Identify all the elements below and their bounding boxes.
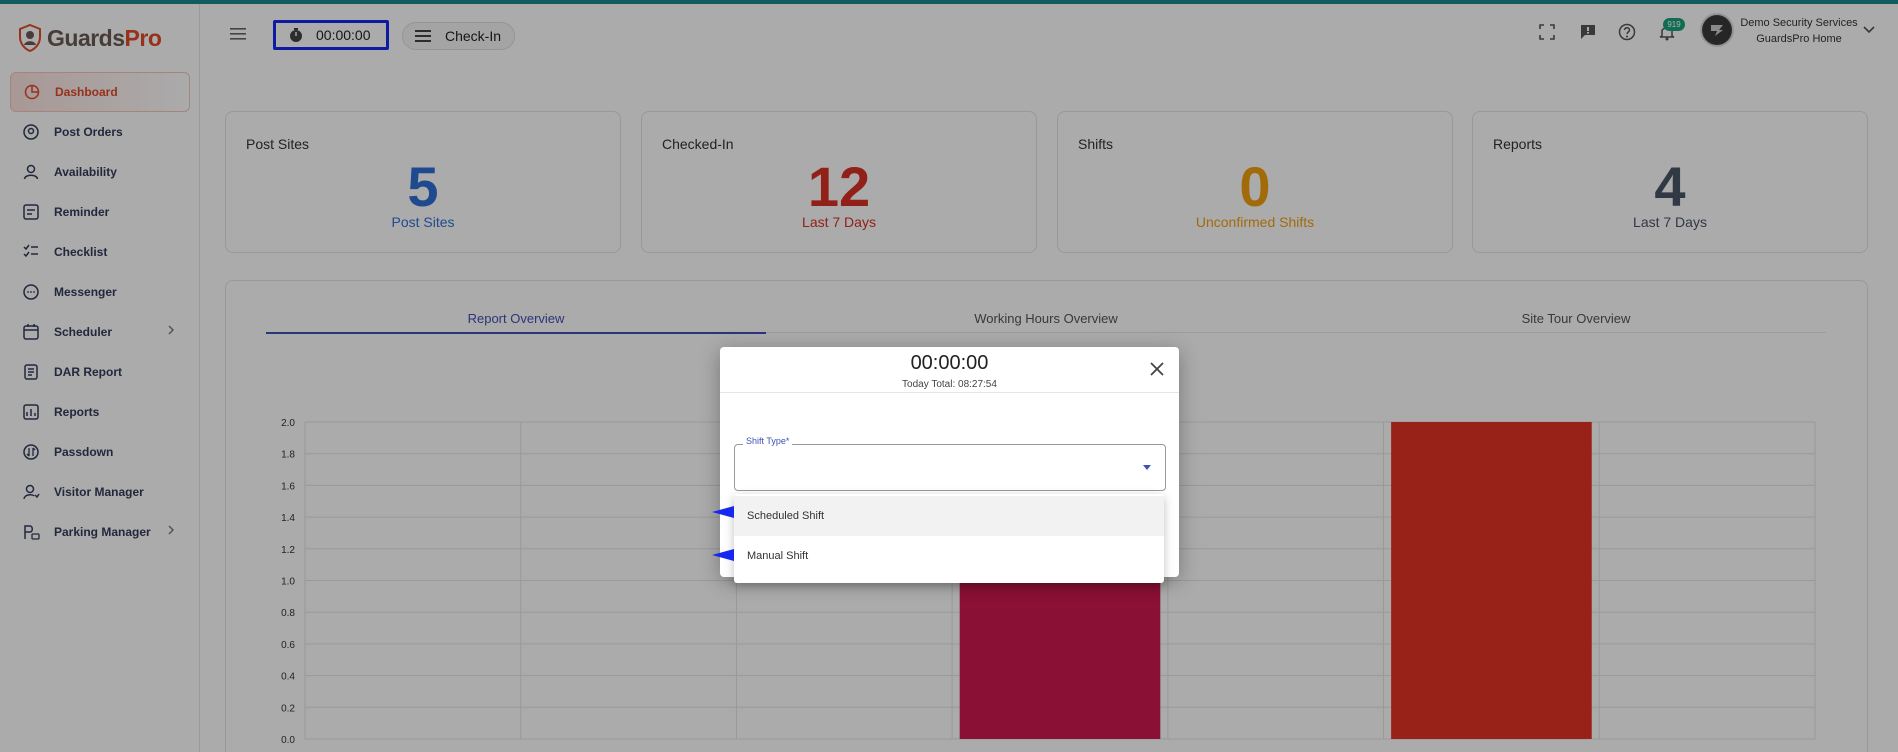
modal-divider [720,392,1179,393]
shift-type-dropdown: Scheduled Shift Manual Shift [734,494,1164,583]
pointer-arrow-icon [712,549,734,561]
dropdown-arrow-icon [1143,465,1151,470]
modal-timer: 00:00:00 [910,352,989,374]
pointer-arrow-icon [712,506,734,518]
shift-type-select[interactable]: Shift Type* [734,436,1166,491]
close-icon[interactable] [1145,357,1169,381]
option-scheduled-shift[interactable]: Scheduled Shift [734,496,1164,536]
option-manual-shift[interactable]: Manual Shift [734,536,1164,576]
today-total: Today Total: 08:27:54 [902,379,997,390]
shift-type-label: Shift Type* [743,436,793,446]
